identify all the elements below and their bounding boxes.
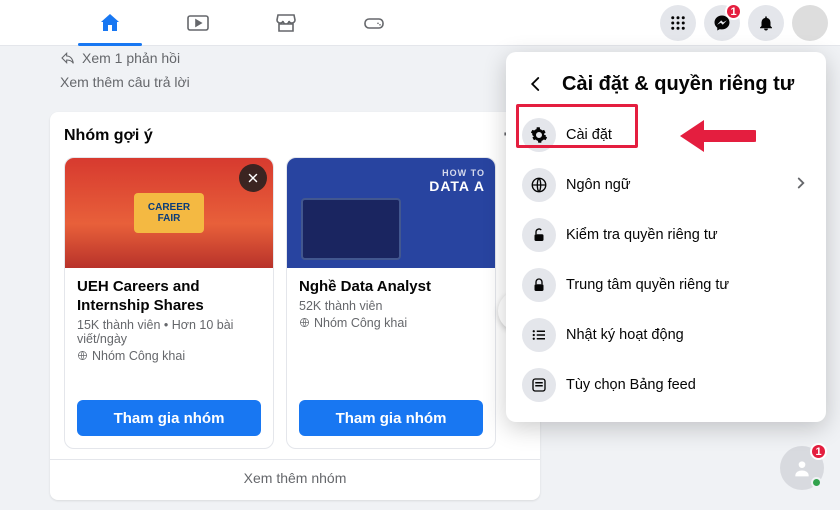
online-dot	[811, 477, 822, 488]
settings-panel: Cài đặt & quyền riêng tư Cài đặt Ngôn ng…	[506, 52, 826, 422]
menu-item-feed-prefs[interactable]: Tùy chọn Bảng feed	[514, 360, 818, 410]
group-cover: CAREER FAIR	[65, 158, 273, 268]
group-card[interactable]: CAREER FAIR UEH Careers and Internship S…	[64, 157, 274, 449]
top-nav: 1	[0, 0, 840, 46]
public-label: Nhóm Công khai	[314, 316, 407, 330]
gaming-icon	[362, 11, 386, 35]
gear-icon	[530, 126, 548, 144]
group-title: Nghề Data Analyst	[299, 278, 483, 297]
messenger-badge: 1	[725, 3, 742, 20]
lock-icon	[530, 276, 548, 294]
tab-watch[interactable]	[158, 0, 238, 46]
menu-item-settings[interactable]: Cài đặt	[514, 110, 818, 160]
chat-badge: 1	[810, 443, 827, 460]
reply-icon	[60, 50, 76, 66]
cover-text: HOW TODATA A	[429, 168, 485, 194]
chevron-icon	[792, 174, 810, 197]
see-more-answers[interactable]: Xem thêm câu trả lời	[50, 72, 540, 104]
group-public: Nhóm Công khai	[299, 316, 483, 330]
list-icon	[530, 326, 548, 344]
public-label: Nhóm Công khai	[92, 349, 185, 363]
group-public: Nhóm Công khai	[77, 349, 261, 363]
join-button[interactable]: Tham gia nhóm	[299, 400, 483, 436]
menu-item-privacy-center[interactable]: Trung tâm quyền riêng tư	[514, 260, 818, 310]
marketplace-icon	[274, 11, 298, 35]
person-icon	[792, 458, 812, 478]
group-meta: 52K thành viên	[299, 299, 483, 313]
nav-tabs	[70, 0, 414, 46]
cover-laptop	[301, 198, 401, 260]
tab-marketplace[interactable]	[246, 0, 326, 46]
cover-sign: CAREER FAIR	[134, 193, 204, 233]
menu-item-language[interactable]: Ngôn ngữ	[514, 160, 818, 210]
menu-item-privacy-check[interactable]: Kiểm tra quyền riêng tư	[514, 210, 818, 260]
grid-icon	[669, 14, 687, 32]
group-card[interactable]: HOW TODATA A Nghề Data Analyst 52K thành…	[286, 157, 496, 449]
menu-item-activity-log[interactable]: Nhật ký hoạt động	[514, 310, 818, 360]
menu-button[interactable]	[660, 5, 696, 41]
arrow-left-icon	[527, 75, 545, 93]
bell-icon	[757, 14, 775, 32]
card-title: Nhóm gợi ý	[64, 127, 153, 145]
menu-label: Ngôn ngữ	[566, 177, 631, 193]
messenger-button[interactable]: 1	[704, 5, 740, 41]
menu-label: Nhật ký hoạt động	[566, 327, 684, 343]
feed-icon	[530, 376, 548, 394]
panel-title: Cài đặt & quyền riêng tư	[562, 73, 794, 96]
feed: Xem 1 phản hồi Xem thêm câu trả lời Nhóm…	[50, 46, 540, 510]
notifications-button[interactable]	[748, 5, 784, 41]
feedback-text: Xem 1 phản hồi	[82, 50, 180, 66]
join-button[interactable]: Tham gia nhóm	[77, 400, 261, 436]
group-cover: HOW TODATA A	[287, 158, 495, 268]
dismiss-button[interactable]	[239, 164, 267, 192]
menu-label: Kiểm tra quyền riêng tư	[566, 227, 718, 243]
menu-label: Trung tâm quyền riêng tư	[566, 277, 729, 293]
feedback-row[interactable]: Xem 1 phản hồi	[50, 46, 540, 72]
globe-icon	[530, 176, 548, 194]
group-title: UEH Careers and Internship Shares	[77, 278, 261, 316]
suggested-groups-card: Nhóm gợi ý ··· CAREER FAIR UEH Careers a…	[50, 112, 540, 500]
groups-scroller: CAREER FAIR UEH Careers and Internship S…	[50, 157, 540, 459]
watch-icon	[186, 11, 210, 35]
back-button[interactable]	[520, 68, 552, 100]
home-icon	[98, 11, 122, 35]
see-more-groups[interactable]: Xem thêm nhóm	[50, 459, 540, 500]
lock-open-icon	[530, 226, 548, 244]
account-avatar[interactable]	[792, 5, 828, 41]
globe-icon	[77, 350, 88, 361]
chat-bubble[interactable]: 1	[780, 446, 824, 490]
close-icon	[246, 171, 260, 185]
group-meta: 15K thành viên • Hơn 10 bài viết/ngày	[77, 318, 261, 346]
menu-label: Cài đặt	[566, 127, 612, 143]
globe-icon	[299, 317, 310, 328]
tab-gaming[interactable]	[334, 0, 414, 46]
nav-right: 1	[660, 5, 828, 41]
tab-home[interactable]	[70, 0, 150, 46]
menu-label: Tùy chọn Bảng feed	[566, 377, 696, 393]
